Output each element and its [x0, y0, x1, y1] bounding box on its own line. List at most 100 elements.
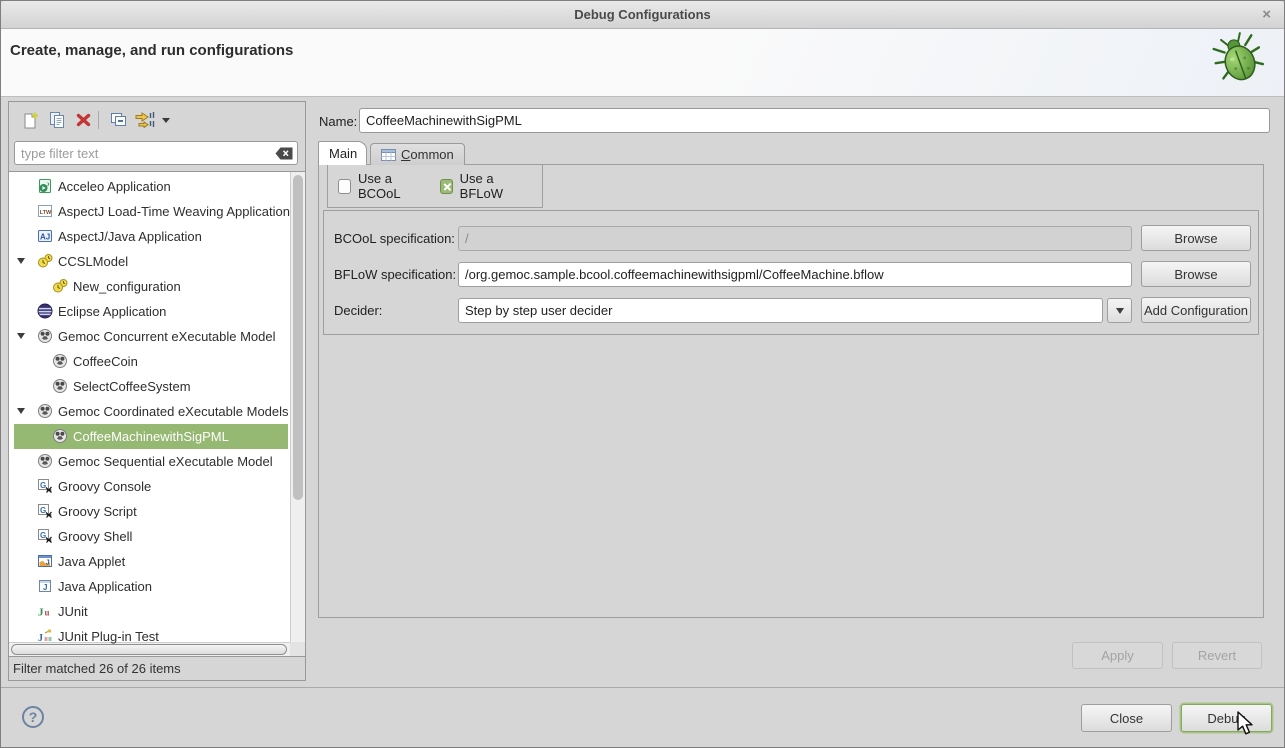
footer-divider: [1, 687, 1284, 688]
revert-button: Revert: [1172, 642, 1262, 669]
window-title: Debug Configurations: [1, 1, 1284, 29]
use-bflow-option[interactable]: Use a BFLoW: [440, 171, 528, 201]
tree-item[interactable]: JJava Application: [9, 574, 290, 599]
configurations-toolbar: [9, 102, 305, 137]
tree-item[interactable]: G Groovy Script: [9, 499, 290, 524]
titlebar: Debug Configurations ×: [1, 1, 1284, 29]
use-bcool-label: Use a BCOoL: [358, 171, 426, 201]
tree-item[interactable]: G Groovy Shell: [9, 524, 290, 549]
tree-item[interactable]: SelectCoffeeSystem: [9, 374, 290, 399]
filter-box: [14, 141, 298, 165]
gemoc-icon: [52, 428, 68, 444]
tree-item[interactable]: JJUnit Plug-in Test: [9, 624, 290, 649]
delete-button[interactable]: [70, 108, 96, 132]
tree-item[interactable]: New_configuration: [9, 274, 290, 299]
gemoc-icon: [37, 328, 53, 344]
expand-arrow-icon[interactable]: [17, 408, 25, 414]
tree-item-label: Groovy Script: [58, 504, 137, 519]
filter-button[interactable]: [131, 108, 157, 132]
acceleo-icon: [37, 178, 53, 194]
use-bflow-label: Use a BFLoW: [460, 171, 528, 201]
tree-item[interactable]: Gemoc Sequential eXecutable Model: [9, 449, 290, 474]
tree-item-label: Java Applet: [58, 554, 125, 569]
expand-arrow-icon[interactable]: [17, 333, 25, 339]
debug-configurations-dialog: Debug Configurations × Create, manage, a…: [0, 0, 1285, 748]
collapse-all-button[interactable]: [105, 108, 131, 132]
bflow-spec-input[interactable]: [458, 262, 1132, 287]
tree-item-label: Groovy Shell: [58, 529, 132, 544]
close-window-icon[interactable]: ×: [1262, 1, 1271, 29]
tree-item[interactable]: J Java Applet: [9, 549, 290, 574]
tree-item-label: JUnit: [58, 604, 88, 619]
tab-common[interactable]: Common: [370, 143, 465, 165]
svg-text:G: G: [40, 531, 46, 540]
tab-main[interactable]: Main: [318, 141, 367, 165]
tree-item-label: CoffeeMachinewithSigPML: [73, 429, 229, 444]
header-banner: Create, manage, and run configurations: [1, 29, 1284, 97]
name-input[interactable]: [359, 108, 1270, 133]
debug-button[interactable]: Debug: [1181, 704, 1272, 732]
groovy-icon: G: [37, 503, 53, 519]
bflow-spec-label: BFLoW specification:: [334, 267, 456, 282]
debug-bug-icon: [1210, 30, 1268, 93]
duplicate-icon: [48, 111, 67, 129]
decider-combo[interactable]: [458, 298, 1103, 323]
tree-item[interactable]: GGroovy Console: [9, 474, 290, 499]
aspectj-java-icon: AJ: [37, 228, 53, 244]
svg-text:J: J: [38, 633, 43, 644]
tree-item-label: CCSLModel: [58, 254, 128, 269]
use-bcool-option[interactable]: Use a BCOoL: [338, 171, 426, 201]
backspace-icon[interactable]: [275, 147, 293, 160]
tree-item[interactable]: Gemoc Concurrent eXecutable Model: [9, 324, 290, 349]
decider-dropdown-button[interactable]: [1107, 298, 1132, 323]
tree-item[interactable]: CoffeeCoin: [9, 349, 290, 374]
tree-item-label: Gemoc Concurrent eXecutable Model: [58, 329, 276, 344]
bflow-browse-button[interactable]: Browse: [1141, 261, 1251, 287]
scrollbar-corner: [290, 642, 305, 656]
gemoc-icon: [37, 403, 53, 419]
tab-main-label: Main: [329, 146, 357, 161]
bcool-spec-label: BCOoL specification:: [334, 231, 455, 246]
tree-item[interactable]: Ju JUnit: [9, 599, 290, 624]
tree-vertical-scrollbar[interactable]: [290, 172, 305, 642]
help-button[interactable]: ?: [22, 706, 44, 728]
close-button[interactable]: Close: [1081, 704, 1172, 732]
config-tree: Acceleo ApplicationLTWAspectJ Load-Time …: [9, 171, 305, 657]
bcool-browse-button[interactable]: Browse: [1141, 225, 1251, 251]
language-choice-group: Use a BCOoL Use a BFLoW: [327, 164, 543, 208]
duplicate-button[interactable]: [44, 108, 70, 132]
chevron-down-icon: [1116, 308, 1124, 314]
tree-item[interactable]: Gemoc Coordinated eXecutable Models: [9, 399, 290, 424]
svg-text:J: J: [43, 583, 47, 592]
new-config-icon: [22, 111, 40, 129]
decider-label: Decider:: [334, 303, 382, 318]
use-bcool-checkbox[interactable]: [338, 179, 351, 194]
tree-item[interactable]: LTWAspectJ Load-Time Weaving Application: [9, 199, 290, 224]
ccsl-icon: [37, 253, 53, 269]
junit-plugin-icon: J: [37, 628, 53, 644]
tree-item-label: Gemoc Coordinated eXecutable Models: [58, 404, 289, 419]
toolbar-separator: [98, 111, 99, 129]
use-bflow-checkbox[interactable]: [440, 179, 453, 194]
svg-text:J: J: [46, 560, 50, 567]
java-app-icon: J: [37, 578, 53, 594]
scrollbar-thumb[interactable]: [293, 175, 303, 500]
tree-item[interactable]: Eclipse Application: [9, 299, 290, 324]
tree-item-label: Groovy Console: [58, 479, 151, 494]
tree-item[interactable]: AJAspectJ/Java Application: [9, 224, 290, 249]
filter-input[interactable]: [14, 141, 298, 165]
main-tab-content: Use a BCOoL Use a BFLoW BCOoL specificat…: [318, 164, 1264, 618]
expand-arrow-icon[interactable]: [17, 258, 25, 264]
gemoc-icon: [52, 378, 68, 394]
apply-button: Apply: [1072, 642, 1163, 669]
toolbar-menu-button[interactable]: [157, 108, 175, 132]
eclipse-icon: [37, 303, 53, 319]
svg-text:J: J: [38, 607, 44, 619]
junit-icon: Ju: [37, 603, 53, 619]
tree-item[interactable]: CoffeeMachinewithSigPML: [9, 424, 290, 449]
tree-item[interactable]: Acceleo Application: [9, 174, 290, 199]
add-configuration-button[interactable]: Add Configuration: [1141, 297, 1251, 323]
new-configuration-button[interactable]: [18, 108, 44, 132]
tree-item[interactable]: CCSLModel: [9, 249, 290, 274]
svg-text:G: G: [40, 506, 46, 515]
